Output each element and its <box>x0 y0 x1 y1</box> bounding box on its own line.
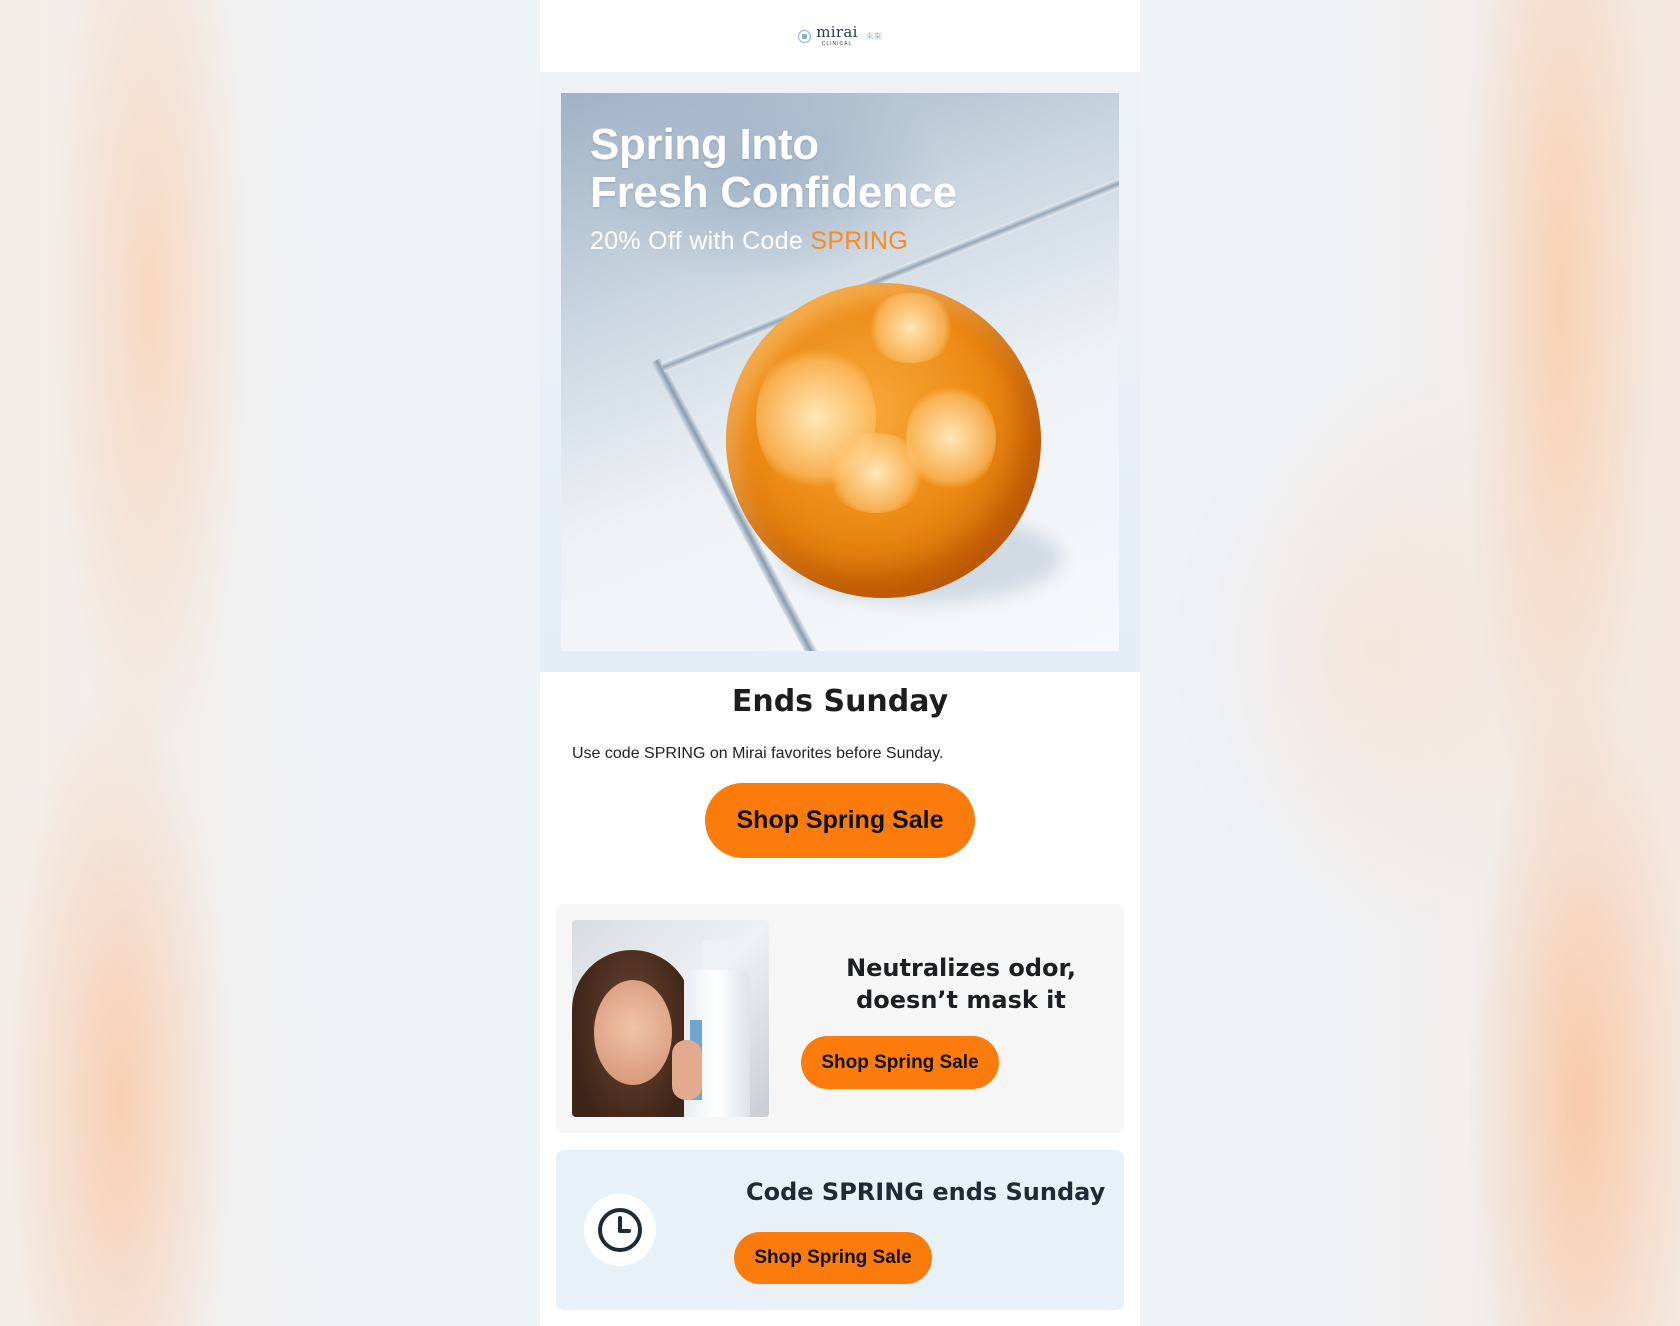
logo-wordmark: mirai <box>816 23 858 41</box>
ends-sunday-heading: Ends Sunday <box>731 684 949 719</box>
shop-spring-sale-button[interactable]: Shop Spring Sale <box>801 1036 999 1089</box>
code-ends-title: Code SPRING ends Sunday <box>746 1178 1106 1206</box>
soap-bar-image <box>726 283 1041 598</box>
logo-subtitle: CLINICAL <box>821 41 853 47</box>
odor-card: Neutralizes odor, doesn’t mask it Shop S… <box>556 904 1124 1133</box>
hero-text: Spring Into Fresh Confidence 20% Off wit… <box>590 121 957 256</box>
logo-bar: mirai CLINICAL 未来 <box>540 0 1140 72</box>
email-container: mirai CLINICAL 未来 Spring Into Fresh Conf… <box>540 0 1140 1326</box>
soap-foam <box>866 293 956 363</box>
ends-copy: Use code SPRING on Mirai favorites befor… <box>572 745 944 762</box>
odor-card-title: Neutralizes odor, doesn’t mask it <box>846 954 1076 1014</box>
soap-foam <box>826 433 926 513</box>
logo-japanese: 未来 <box>865 31 882 41</box>
hero-subheadline: 20% Off with Code SPRING <box>590 227 908 255</box>
mirai-logo[interactable]: mirai CLINICAL 未来 <box>798 23 882 47</box>
promo-code: SPRING <box>810 227 908 255</box>
hero-image[interactable]: Spring Into Fresh Confidence 20% Off wit… <box>561 93 1119 651</box>
clock-icon <box>584 1194 656 1266</box>
hero-section: Spring Into Fresh Confidence 20% Off wit… <box>540 72 1140 672</box>
hero-headline: Spring Into Fresh Confidence <box>590 120 957 217</box>
shop-spring-sale-button[interactable]: Shop Spring Sale <box>705 783 975 858</box>
shop-spring-sale-button[interactable]: Shop Spring Sale <box>734 1232 932 1284</box>
code-ends-card: Code SPRING ends Sunday Shop Spring Sale <box>556 1150 1124 1310</box>
logo-mark-icon <box>798 29 812 43</box>
customer-photo[interactable] <box>572 920 769 1117</box>
